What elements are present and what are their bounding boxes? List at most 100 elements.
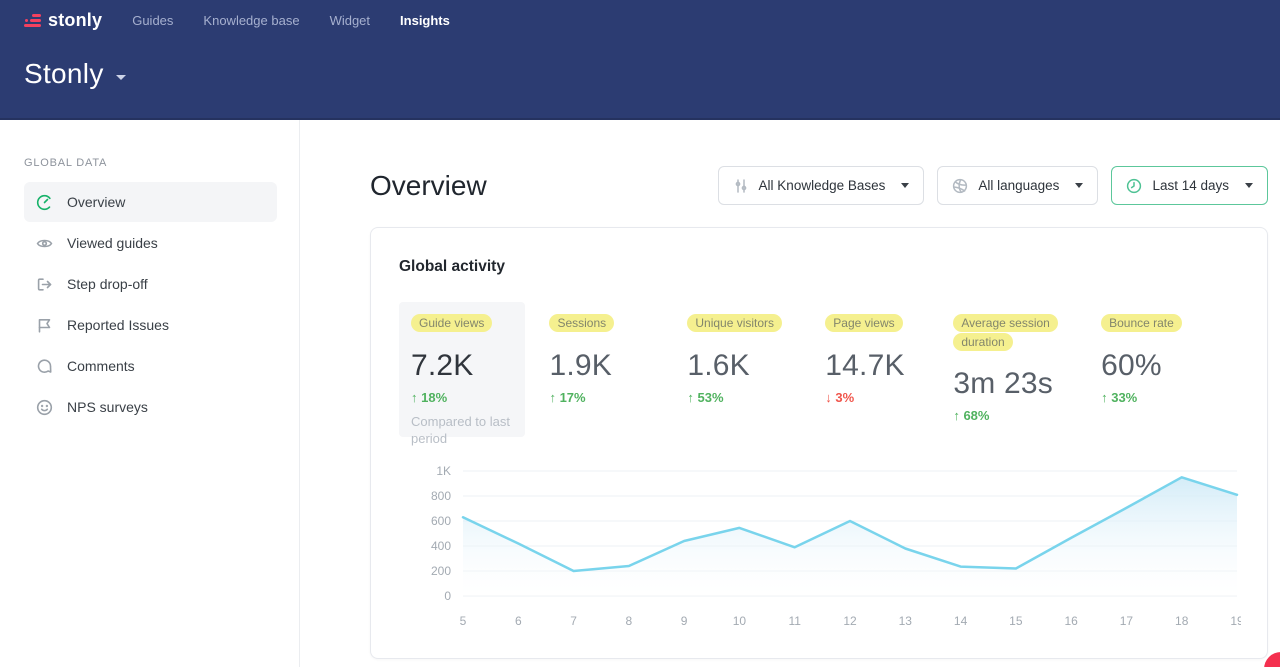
svg-text:13: 13 (899, 614, 913, 628)
metric-note: Compared to last period (411, 413, 513, 448)
metric-average-session-duration[interactable]: Average session duration 3m 23s ↑ 68% (953, 302, 1101, 437)
metric-guide-views[interactable]: Guide views 7.2K ↑ 18% Compared to last … (399, 302, 525, 437)
filter-bar: All Knowledge Bases All languages Last 1… (718, 166, 1268, 205)
arrow-up-icon: ↑ (1101, 390, 1108, 405)
metric-change: ↑ 18% (411, 390, 513, 405)
metric-change: ↓ 3% (825, 390, 953, 405)
svg-text:12: 12 (843, 614, 857, 628)
sidebar-item-step-drop-off[interactable]: Step drop-off (24, 264, 277, 304)
metric-page-views[interactable]: Page views 14.7K ↓ 3% (825, 302, 953, 437)
sidebar-item-overview[interactable]: Overview (24, 182, 277, 222)
svg-text:200: 200 (431, 564, 451, 578)
main-nav: Guides Knowledge base Widget Insights (132, 13, 450, 28)
metric-label[interactable]: Bounce rate (1101, 314, 1182, 332)
metric-sessions[interactable]: Sessions 1.9K ↑ 17% (549, 302, 687, 437)
sidebar-item-label: Viewed guides (67, 235, 158, 251)
globe-icon (952, 178, 968, 194)
arrow-up-icon: ↑ (549, 390, 556, 405)
sidebar-item-label: Step drop-off (67, 276, 148, 292)
svg-text:0: 0 (444, 589, 451, 603)
svg-text:8: 8 (626, 614, 633, 628)
metric-value: 7.2K (411, 349, 513, 383)
svg-text:18: 18 (1175, 614, 1189, 628)
metric-value: 14.7K (825, 349, 953, 383)
arrow-up-icon: ↑ (687, 390, 694, 405)
svg-text:11: 11 (788, 614, 801, 628)
date-range-filter-value: Last 14 days (1152, 178, 1229, 193)
sidebar-item-label: Reported Issues (67, 317, 169, 333)
svg-text:600: 600 (431, 514, 451, 528)
svg-text:800: 800 (431, 489, 451, 503)
top-navbar: stonly Guides Knowledge base Widget Insi… (0, 0, 1280, 40)
chevron-down-icon (1245, 183, 1253, 188)
arrow-up-icon: ↑ (411, 390, 418, 405)
knowledge-bases-filter-dropdown[interactable]: All Knowledge Bases (718, 166, 925, 205)
smiley-icon (36, 399, 53, 416)
svg-text:15: 15 (1009, 614, 1023, 628)
sidebar-item-viewed-guides[interactable]: Viewed guides (24, 223, 277, 263)
metrics-row: Guide views 7.2K ↑ 18% Compared to last … (399, 302, 1239, 437)
metric-label[interactable]: Average session duration (953, 314, 1058, 351)
nav-item-widget[interactable]: Widget (330, 13, 370, 28)
sidebar-item-label: NPS surveys (67, 399, 148, 415)
comment-icon (36, 358, 53, 375)
languages-filter-dropdown[interactable]: All languages (937, 166, 1098, 205)
workspace-switcher-caret-icon[interactable] (116, 75, 126, 80)
metric-bounce-rate[interactable]: Bounce rate 60% ↑ 33% (1101, 302, 1239, 437)
arrow-down-icon: ↓ (825, 390, 832, 405)
global-activity-chart: 1K80060040020005678910111213141516171819 (399, 463, 1239, 640)
eye-icon (36, 235, 53, 252)
metric-change: ↑ 68% (953, 408, 1101, 423)
sidebar: GLOBAL DATA Overview Viewed guides Step … (0, 120, 300, 667)
logo-text: stonly (48, 10, 102, 31)
metric-label[interactable]: Sessions (549, 314, 614, 332)
workspace-title: Stonly (24, 58, 104, 90)
svg-text:400: 400 (431, 539, 451, 553)
metric-value: 3m 23s (953, 367, 1101, 401)
metric-value: 60% (1101, 349, 1239, 383)
sidebar-item-label: Overview (67, 194, 125, 210)
nav-item-guides[interactable]: Guides (132, 13, 173, 28)
date-range-filter-dropdown[interactable]: Last 14 days (1111, 166, 1268, 205)
app-header: stonly Guides Knowledge base Widget Insi… (0, 0, 1280, 120)
main-content: Overview All Knowledge Bases All languag… (300, 120, 1280, 667)
metric-label[interactable]: Unique visitors (687, 314, 782, 332)
metric-change: ↑ 17% (549, 390, 687, 405)
gauge-icon (36, 194, 53, 211)
metric-value: 1.9K (549, 349, 687, 383)
metric-label[interactable]: Guide views (411, 314, 492, 332)
arrow-up-icon: ↑ (953, 408, 960, 423)
svg-text:7: 7 (570, 614, 577, 628)
sidebar-item-nps-surveys[interactable]: NPS surveys (24, 387, 277, 427)
chevron-down-icon (901, 183, 909, 188)
svg-text:19: 19 (1230, 614, 1241, 628)
metric-label[interactable]: Page views (825, 314, 902, 332)
sidebar-section-label: GLOBAL DATA (24, 157, 277, 169)
svg-text:6: 6 (515, 614, 522, 628)
svg-text:16: 16 (1064, 614, 1078, 628)
svg-text:1K: 1K (436, 464, 451, 478)
stonly-logo[interactable]: stonly (24, 10, 102, 31)
svg-text:17: 17 (1120, 614, 1134, 628)
metric-change: ↑ 33% (1101, 390, 1239, 405)
svg-text:5: 5 (460, 614, 467, 628)
flag-icon (36, 317, 53, 334)
clock-icon (1126, 178, 1142, 194)
metric-value: 1.6K (687, 349, 825, 383)
global-activity-card: Global activity Guide views 7.2K ↑ 18% C… (370, 227, 1268, 659)
sidebar-item-reported-issues[interactable]: Reported Issues (24, 305, 277, 345)
sliders-icon (733, 178, 749, 194)
card-title: Global activity (399, 258, 1239, 276)
metric-change: ↑ 53% (687, 390, 825, 405)
step-exit-icon (36, 276, 53, 293)
sidebar-item-label: Comments (67, 358, 135, 374)
knowledge-bases-filter-value: All Knowledge Bases (759, 178, 886, 193)
stonly-logo-icon (24, 14, 41, 27)
nav-item-insights[interactable]: Insights (400, 13, 450, 28)
nav-item-knowledge-base[interactable]: Knowledge base (203, 13, 299, 28)
sidebar-item-comments[interactable]: Comments (24, 346, 277, 386)
svg-text:14: 14 (954, 614, 968, 628)
page-title: Overview (370, 170, 487, 202)
metric-unique-visitors[interactable]: Unique visitors 1.6K ↑ 53% (687, 302, 825, 437)
svg-text:9: 9 (681, 614, 688, 628)
